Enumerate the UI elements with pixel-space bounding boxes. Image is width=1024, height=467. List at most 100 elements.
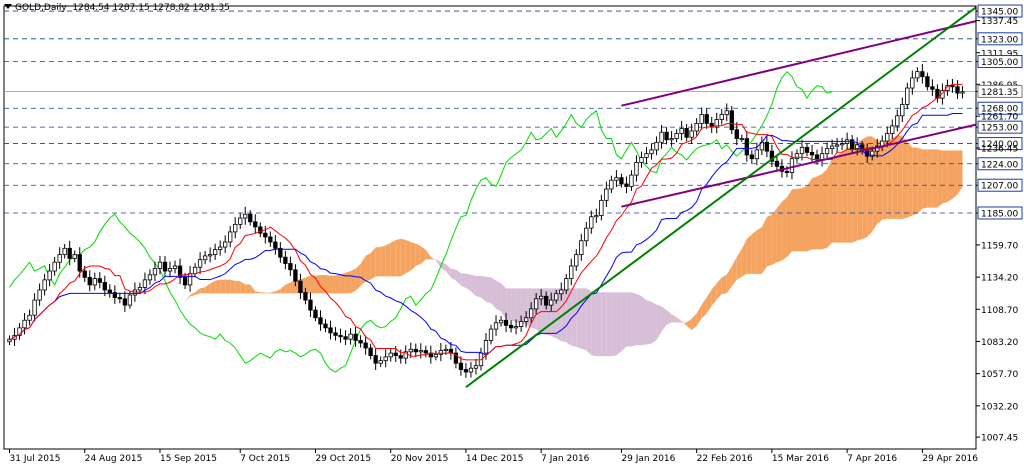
ichimoku-cloud-segment	[807, 178, 813, 252]
candle-body	[734, 129, 739, 139]
ichimoku-cloud-segment	[791, 188, 797, 252]
ichimoku-cloud-segment	[932, 149, 938, 208]
candle-body	[674, 133, 679, 139]
ichimoku-cloud-segment	[350, 268, 356, 294]
chart-header: GOLD,Daily 1284.54 1287.15 1278.82 1281.…	[4, 3, 230, 13]
candle-body	[644, 153, 649, 158]
price-tick-label: 1236.45	[981, 145, 1018, 155]
candle-body	[458, 362, 464, 370]
candle-body	[890, 125, 895, 134]
ichimoku-cloud-segment	[766, 214, 772, 267]
ichimoku-cloud-segment	[220, 279, 226, 294]
ichimoku-cloud-segment	[315, 275, 321, 294]
candle-body	[283, 256, 288, 264]
time-tick-label: 7 Jan 2016	[541, 454, 589, 464]
ichimoku-cloud-segment	[616, 292, 622, 356]
ohlc-readout: 1284.54 1287.15 1278.82 1281.35	[72, 3, 230, 13]
ichimoku-cloud-segment	[516, 288, 522, 324]
candle-body	[584, 227, 589, 242]
time-tick-label: 29 Jan 2016	[621, 454, 675, 464]
candle-body	[599, 199, 604, 216]
candle-body	[318, 317, 323, 325]
price-tick-label: 1253.00	[981, 124, 1018, 134]
candle-body	[313, 309, 318, 319]
ichimoku-cloud-segment	[365, 252, 371, 282]
candle-body	[654, 141, 659, 151]
ichimoku-cloud-segment	[907, 142, 913, 218]
candle-body	[127, 294, 133, 306]
candle-body	[513, 326, 519, 329]
ichimoku-cloud-segment	[480, 275, 486, 302]
candle-body	[92, 278, 97, 286]
candle-body	[67, 247, 72, 259]
ichimoku-cloud-segment	[641, 296, 647, 346]
ichimoku-cloud-segment	[852, 142, 858, 243]
candle-body	[253, 221, 258, 228]
candle-body	[408, 348, 413, 353]
price-chart[interactable]: 1345.001337.451323.001311.951305.001286.…	[0, 0, 1024, 467]
candle-body	[950, 85, 955, 88]
ichimoku-cloud-segment	[611, 292, 617, 357]
ichimoku-cloud-segment	[596, 292, 602, 357]
candle-body	[559, 289, 564, 295]
candle-body	[900, 104, 905, 117]
ichimoku-cloud-segment	[947, 150, 953, 203]
ichimoku-cloud-segment	[606, 292, 612, 357]
candle-body	[97, 278, 102, 283]
candle-body	[343, 336, 348, 340]
candle-body	[348, 333, 353, 340]
candle-body	[503, 319, 509, 326]
candle-body	[920, 71, 925, 78]
ichimoku-cloud-segment	[591, 291, 597, 357]
time-tick-label: 15 Sep 2015	[160, 454, 217, 464]
collapse-triangle-icon[interactable]	[4, 4, 12, 9]
candle-body	[794, 153, 800, 160]
candle-body	[910, 77, 915, 89]
price-tick-label: 1207.00	[981, 182, 1018, 192]
candle-body	[162, 261, 168, 272]
candle-body	[273, 241, 278, 249]
price-tick-label: 1108.70	[981, 306, 1018, 316]
candle-body	[719, 114, 724, 120]
ichimoku-cloud-segment	[200, 287, 206, 294]
candle-body	[784, 170, 790, 173]
ichimoku-cloud-segment	[576, 288, 582, 349]
candle-body	[398, 355, 403, 359]
ichimoku-cloud-segment	[460, 273, 466, 289]
chart-svg[interactable]: 1345.001337.451323.001311.951305.001286.…	[0, 0, 1024, 467]
time-tick-label: 20 Nov 2015	[391, 454, 449, 464]
ichimoku-cloud-segment	[410, 241, 416, 271]
candle-body	[192, 266, 198, 274]
candle-body	[122, 298, 128, 306]
candle-body	[433, 353, 438, 358]
candle-body	[473, 365, 479, 369]
candle-body	[152, 268, 158, 276]
candle-body	[569, 265, 574, 280]
candle-body	[117, 297, 123, 300]
candle-body	[393, 352, 398, 357]
time-tick-label: 14 Dec 2015	[466, 454, 523, 464]
price-tick-label: 1224.00	[981, 160, 1018, 170]
ichimoku-cloud-segment	[536, 288, 542, 334]
candle-body	[157, 261, 163, 269]
candle-body	[930, 86, 935, 90]
candle-body	[52, 261, 57, 272]
candle-body	[789, 158, 795, 173]
candle-body	[22, 319, 27, 329]
candle-body	[754, 149, 760, 160]
candle-body	[102, 282, 107, 291]
candle-body	[463, 369, 469, 373]
candle-body	[248, 213, 253, 223]
candle-body	[228, 231, 233, 243]
candle-body	[834, 144, 840, 147]
candle-body	[699, 114, 704, 124]
ichimoku-cloud-segment	[546, 288, 552, 337]
ichimoku-cloud-segment	[942, 150, 948, 204]
symbol-label: GOLD	[15, 3, 42, 13]
time-tick-label: 24 Aug 2015	[85, 454, 143, 464]
candle-body	[895, 115, 900, 127]
time-tick-label: 22 Feb 2016	[697, 454, 753, 464]
candle-body	[107, 289, 112, 293]
candle-body	[238, 217, 243, 225]
candle-body	[383, 356, 388, 362]
